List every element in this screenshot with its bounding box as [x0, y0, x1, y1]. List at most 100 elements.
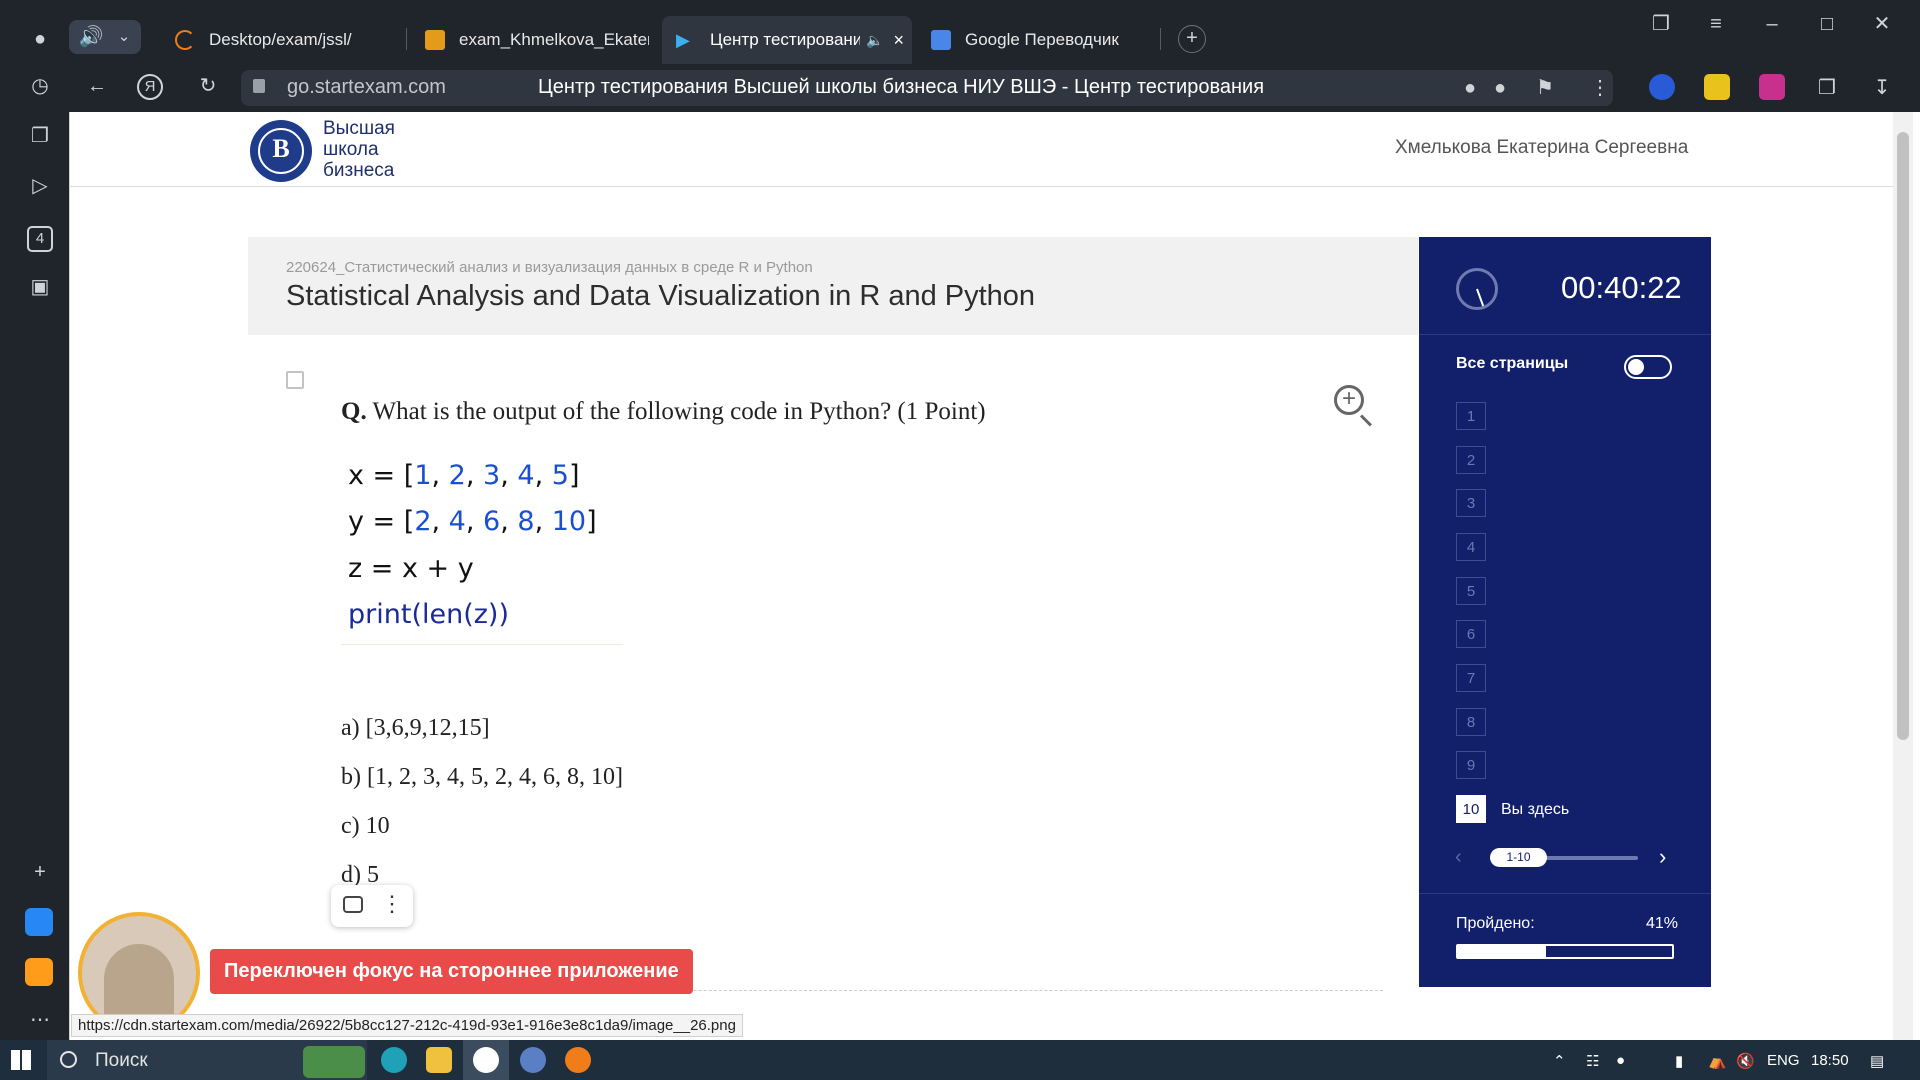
bookmarks-window-icon[interactable]: ❐ — [1646, 12, 1676, 36]
bookmark-icon[interactable]: ⚑ — [1530, 76, 1560, 100]
page-number-8[interactable]: 8 — [1456, 708, 1486, 736]
url-text[interactable]: go.startexam.com — [287, 76, 446, 99]
minimize-icon[interactable]: – — [1757, 12, 1787, 36]
tab-label: Центр тестировани — [710, 30, 860, 49]
page-number-7[interactable]: 7 — [1456, 664, 1486, 692]
page-number-6[interactable]: 6 — [1456, 620, 1486, 648]
lock-icon — [253, 79, 265, 93]
notification-badge[interactable]: 4 — [27, 226, 53, 252]
r-icon[interactable] — [520, 1047, 546, 1073]
microphone-icon[interactable]: ● — [1485, 76, 1515, 100]
screenshot-icon[interactable]: ▣ — [25, 275, 55, 299]
browser-sidebar: ● ◷ ❐ ▷ 4 ▣ + ⋯ — [0, 0, 69, 1040]
pager-prev-icon[interactable]: ‹ — [1455, 846, 1462, 869]
extension-infinity-icon[interactable] — [1649, 74, 1675, 100]
answer-b[interactable]: b) [1, 2, 3, 4, 5, 2, 4, 6, 8, 10] — [341, 764, 623, 791]
answer-a[interactable]: a) [3,6,9,12,15] — [341, 715, 490, 742]
focus-alert: Переключен фокус на стороннее приложение — [210, 949, 693, 994]
page-number-10[interactable]: 10 — [1456, 795, 1486, 823]
yandex-icon[interactable]: Я — [137, 74, 163, 100]
tab-label: Google Переводчик — [965, 30, 1119, 49]
startexam-icon: ▶ — [676, 30, 690, 50]
panel-divider — [1419, 334, 1711, 335]
hse-logo[interactable]: В — [250, 120, 312, 182]
scrollbar-thumb[interactable] — [1897, 132, 1909, 740]
pager-thumb[interactable]: 1-10 — [1490, 848, 1547, 867]
panel-divider — [1419, 893, 1711, 894]
course-code: 220624_Статистический анализ и визуализа… — [286, 259, 813, 276]
back-icon[interactable]: ← — [82, 74, 112, 98]
clock[interactable]: 18:50 — [1811, 1052, 1849, 1069]
page-number-9[interactable]: 9 — [1456, 751, 1486, 779]
loading-icon — [175, 30, 195, 50]
passed-label: Пройдено: — [1456, 915, 1535, 932]
question-body: What is the output of the following code… — [372, 398, 986, 425]
toggle-knob — [1628, 359, 1644, 375]
mail-icon[interactable] — [25, 958, 53, 986]
page-number-5[interactable]: 5 — [1456, 577, 1486, 605]
language-indicator[interactable]: ENG — [1767, 1052, 1800, 1069]
jupyter-icon[interactable] — [565, 1047, 591, 1073]
translate-icon — [931, 30, 951, 50]
yandex-browser-icon[interactable] — [473, 1047, 499, 1073]
course-title: Statistical Analysis and Data Visualizat… — [286, 280, 1036, 312]
tab-audio-icon[interactable]: 🔈 — [866, 32, 883, 49]
file-explorer-icon[interactable] — [426, 1047, 452, 1073]
search-highlight-icon[interactable] — [303, 1046, 365, 1078]
tab-testing-center[interactable]: ▶ Центр тестировани 🔈 × — [662, 16, 912, 64]
page-title: Центр тестирования Высшей школы бизнеса … — [538, 76, 1265, 98]
reload-icon[interactable]: ↻ — [193, 74, 223, 98]
kebab-icon[interactable]: ⋮ — [381, 891, 403, 917]
logo-line: школа — [323, 139, 379, 160]
tab-strip: 🔊 ⌄ Desktop/exam/jssl/ exam_Khmelkova_Ek… — [69, 0, 1920, 64]
close-window-icon[interactable]: ✕ — [1867, 12, 1897, 36]
logo-line: бизнеса — [323, 160, 395, 181]
maximize-icon[interactable]: □ — [1812, 12, 1842, 36]
download-icon[interactable]: ↧ — [1867, 76, 1897, 100]
camera-icon[interactable]: ● — [1455, 76, 1485, 100]
network-icon[interactable]: ☷ — [1586, 1052, 1599, 1070]
profile-icon[interactable]: ● — [25, 27, 55, 51]
extension-percent-icon[interactable] — [1704, 74, 1730, 100]
page-number-4[interactable]: 4 — [1456, 533, 1486, 561]
collections-icon[interactable]: ❐ — [25, 124, 55, 148]
note-icon[interactable] — [286, 371, 304, 389]
windows-start-icon[interactable] — [11, 1050, 31, 1070]
vk-icon[interactable] — [25, 908, 53, 936]
tab-google-translate[interactable]: Google Переводчик — [917, 16, 1167, 64]
zoom-in-icon[interactable]: + — [1334, 385, 1364, 415]
logo-text: Высшая школа бизнеса — [323, 118, 395, 181]
progress-fill — [1458, 946, 1546, 957]
history-icon[interactable]: ◷ — [25, 74, 55, 98]
menu-icon[interactable]: ≡ — [1701, 12, 1731, 36]
tab-exam-file[interactable]: exam_Khmelkova_Ekaterina — [411, 16, 651, 64]
pager-next-icon[interactable]: › — [1659, 844, 1666, 870]
speaker-icon[interactable]: 🔊 — [76, 25, 106, 49]
more-icon[interactable]: ⋯ — [25, 1008, 55, 1032]
new-tab-icon[interactable]: + — [1178, 25, 1206, 53]
wifi-icon[interactable]: ⛺ — [1708, 1052, 1727, 1070]
tab-label: Desktop/exam/jssl/ — [209, 30, 352, 49]
page-number-3[interactable]: 3 — [1456, 489, 1486, 517]
chevron-down-icon[interactable]: ⌄ — [109, 25, 139, 49]
volume-mute-icon[interactable]: 🔇 — [1736, 1052, 1755, 1070]
answer-c[interactable]: c) 10 — [341, 813, 390, 840]
page-number-2[interactable]: 2 — [1456, 446, 1486, 474]
extension-w-icon[interactable] — [1759, 74, 1785, 100]
play-icon[interactable]: ▷ — [25, 174, 55, 198]
tab-desktop-exam[interactable]: Desktop/exam/jssl/ — [161, 16, 401, 64]
page-number-1[interactable]: 1 — [1456, 402, 1486, 430]
extensions-icon[interactable]: ❐ — [1812, 76, 1842, 100]
navigation-panel — [1419, 237, 1711, 987]
tray-arrow-icon[interactable]: ⌃ — [1553, 1052, 1566, 1070]
mic-tray-icon[interactable]: ● — [1616, 1052, 1625, 1069]
all-pages-label: Все страницы — [1456, 355, 1569, 372]
edge-icon[interactable] — [381, 1047, 407, 1073]
notifications-icon[interactable]: ▤ — [1870, 1052, 1884, 1070]
kebab-icon[interactable]: ⋮ — [1585, 76, 1615, 100]
camera-icon[interactable] — [343, 896, 363, 913]
close-icon[interactable]: × — [893, 30, 904, 51]
code-line-z: z = x + y — [348, 553, 474, 584]
add-panel-icon[interactable]: + — [25, 860, 55, 884]
battery-icon[interactable]: ▮ — [1675, 1052, 1683, 1070]
